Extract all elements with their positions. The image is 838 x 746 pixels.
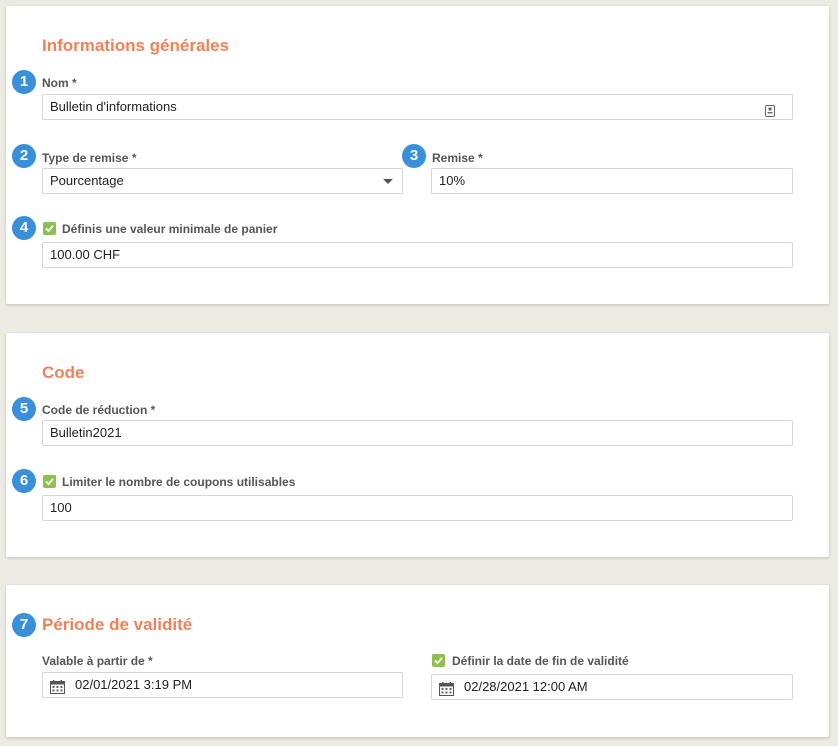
code-card: Code Code de réduction * Bulletin2021 Li… (6, 333, 829, 557)
min-cart-value: 100.00 CHF (50, 247, 121, 262)
end-date-field[interactable]: 02/28/2021 12:00 AM (431, 674, 793, 700)
discount-field[interactable]: 10% (431, 168, 793, 194)
section-title-validity: Période de validité (42, 615, 193, 634)
min-cart-field[interactable]: 100.00 CHF (42, 242, 793, 268)
discount-type-select[interactable]: Pourcentage (42, 168, 403, 194)
discount-value: 10% (439, 173, 466, 188)
annotation-badge-2: 2 (12, 144, 36, 168)
checkmark-icon (45, 225, 54, 233)
annotation-badge-5: 5 (12, 397, 36, 421)
code-value: Bulletin2021 (50, 425, 122, 440)
end-date-checkbox[interactable] (432, 654, 445, 667)
validity-card: Période de validité Valable à partir de … (6, 585, 829, 737)
limit-checkbox[interactable] (43, 475, 56, 488)
min-cart-checkbox[interactable] (43, 222, 56, 235)
calendar-icon[interactable] (439, 680, 454, 704)
discount-label: Remise * (432, 151, 483, 165)
start-date-field[interactable]: 02/01/2021 3:19 PM (42, 672, 403, 698)
limit-field[interactable]: 100 (42, 495, 793, 521)
end-date-value: 02/28/2021 12:00 AM (464, 679, 588, 694)
annotation-badge-1: 1 (12, 70, 36, 94)
code-label: Code de réduction * (42, 403, 156, 417)
annotation-badge-6: 6 (12, 469, 36, 493)
code-field[interactable]: Bulletin2021 (42, 420, 793, 446)
annotation-badge-3: 3 (402, 144, 426, 168)
annotation-badge-7: 7 (12, 613, 36, 637)
limit-label: Limiter le nombre de coupons utilisables (62, 475, 296, 489)
calendar-icon[interactable] (50, 678, 65, 702)
name-label: Nom * (42, 76, 77, 90)
name-field-value: Bulletin d'informations (50, 99, 177, 114)
checkmark-icon (45, 478, 54, 486)
section-title-general: Informations générales (42, 36, 230, 55)
section-title-code: Code (42, 363, 85, 382)
min-cart-label: Définis une valeur minimale de panier (62, 222, 278, 236)
discount-type-value: Pourcentage (50, 173, 124, 188)
limit-value: 100 (50, 500, 72, 515)
start-date-label: Valable à partir de * (42, 654, 153, 668)
annotation-badge-4: 4 (12, 216, 36, 240)
discount-type-label: Type de remise * (42, 151, 137, 165)
end-date-label: Définir la date de fin de validité (452, 654, 629, 668)
contact-card-icon[interactable] (765, 101, 775, 125)
chevron-down-icon (383, 179, 393, 184)
checkmark-icon (434, 657, 443, 665)
start-date-value: 02/01/2021 3:19 PM (75, 677, 193, 692)
name-field[interactable]: Bulletin d'informations (42, 94, 793, 120)
